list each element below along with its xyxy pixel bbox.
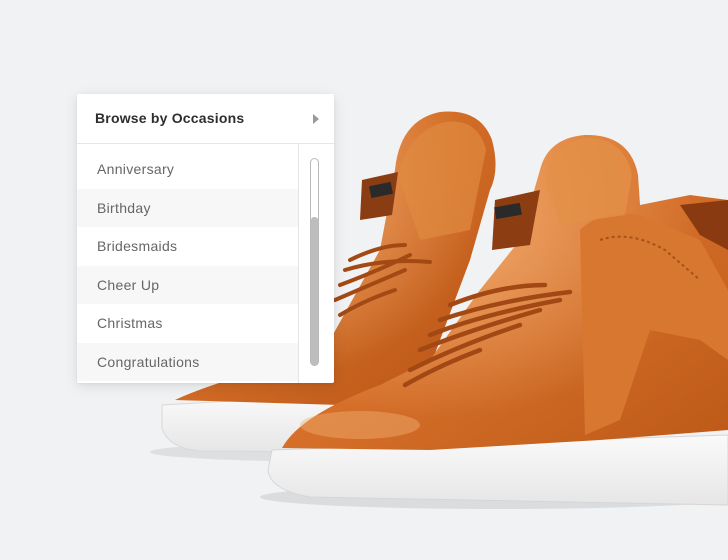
scrollbar-thumb[interactable] — [311, 217, 318, 365]
front-sneaker — [267, 134, 728, 506]
list-item-anniversary[interactable]: Anniversary — [77, 150, 298, 189]
list-item-bridesmaids[interactable]: Bridesmaids — [77, 227, 298, 266]
dropdown-header[interactable]: Browse by Occasions — [77, 94, 334, 144]
occasions-list: Anniversary Birthday Bridesmaids Cheer U… — [77, 150, 298, 381]
list-divider — [298, 144, 299, 383]
caret-right-icon[interactable] — [313, 114, 319, 124]
scrollbar[interactable] — [310, 158, 319, 366]
list-item-cheer-up[interactable]: Cheer Up — [77, 265, 298, 304]
dropdown-title: Browse by Occasions — [95, 110, 245, 126]
list-item-christmas[interactable]: Christmas — [77, 304, 298, 343]
list-item-birthday[interactable]: Birthday — [77, 188, 298, 227]
occasions-dropdown: Browse by Occasions Anniversary Birthday… — [77, 94, 334, 383]
list-item-congratulations[interactable]: Congratulations — [77, 342, 298, 381]
